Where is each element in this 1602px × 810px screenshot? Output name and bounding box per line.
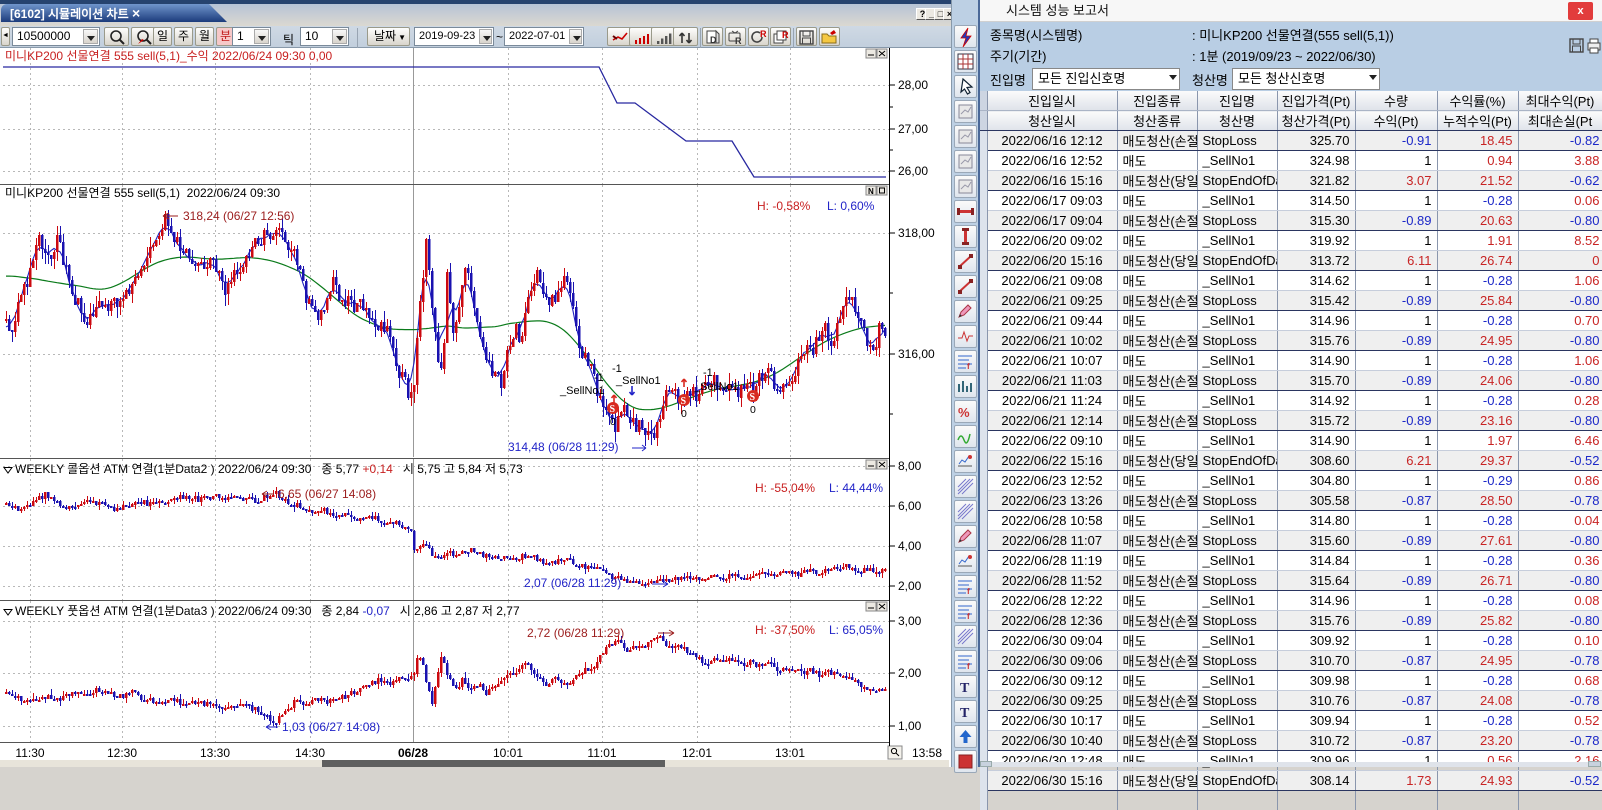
svg-text:S: S — [681, 396, 687, 407]
svg-text:8,00: 8,00 — [898, 459, 922, 473]
svg-text:318,00: 318,00 — [898, 226, 935, 240]
svg-text:_SellNo1: _SellNo1 — [615, 375, 661, 387]
svg-text:2,00: 2,00 — [898, 579, 922, 593]
svg-text:1,00: 1,00 — [898, 719, 922, 733]
svg-text:2,00: 2,00 — [898, 666, 922, 680]
svg-text:4,00: 4,00 — [898, 539, 922, 553]
svg-text:6,00: 6,00 — [898, 499, 922, 513]
svg-text:3,00: 3,00 — [898, 614, 922, 628]
svg-text:316,00: 316,00 — [898, 347, 935, 361]
svg-text:f: f — [967, 362, 970, 371]
svg-text:10:01: 10:01 — [493, 746, 523, 760]
svg-text:H: -37,50%: H: -37,50% — [755, 623, 815, 637]
svg-text:S: S — [610, 404, 616, 415]
svg-text:D: D — [710, 35, 717, 45]
svg-text:1,03 (06/27 14:08): 1,03 (06/27 14:08) — [282, 720, 380, 734]
svg-text:27,00: 27,00 — [898, 122, 928, 136]
svg-text:2,07 (06/28 11:29): 2,07 (06/28 11:29) — [524, 576, 621, 590]
svg-text:318,24 (06/27 12:56): 318,24 (06/27 12:56) — [183, 209, 294, 223]
svg-text:0: 0 — [681, 408, 687, 420]
svg-text:미니KP200 선물연결 555 sell(5,1) 20: 미니KP200 선물연결 555 sell(5,1) 2022/06/24 09… — [5, 186, 280, 200]
svg-text:-1: -1 — [703, 367, 713, 379]
svg-text:_SellNo1: _SellNo1 — [693, 381, 739, 393]
svg-text:2,72 (06/28 11:29): 2,72 (06/28 11:29) — [527, 626, 624, 640]
svg-text:13:58: 13:58 — [912, 746, 942, 760]
svg-text:26,00: 26,00 — [898, 164, 928, 178]
svg-text:H: -0,58%: H: -0,58% — [757, 199, 811, 213]
svg-text:13:01: 13:01 — [775, 746, 805, 760]
svg-text:R: R — [735, 36, 742, 46]
svg-text:%: % — [958, 405, 970, 420]
svg-text:T: T — [960, 681, 970, 696]
svg-text:28,00: 28,00 — [898, 78, 928, 92]
svg-text:12:01: 12:01 — [682, 746, 712, 760]
svg-text:S: S — [750, 392, 756, 403]
svg-text:R: R — [760, 29, 767, 39]
svg-text:_SellNo1: _SellNo1 — [559, 385, 605, 397]
svg-text:L: 0,60%: L: 0,60% — [827, 199, 875, 213]
svg-text:12:30: 12:30 — [107, 746, 137, 760]
svg-text:13:30: 13:30 — [200, 746, 230, 760]
svg-text:0: 0 — [610, 416, 616, 428]
svg-text:06/28: 06/28 — [398, 746, 428, 760]
svg-text:T: T — [960, 706, 970, 721]
svg-text:f: f — [967, 612, 970, 621]
svg-text:R: R — [782, 30, 789, 40]
svg-text:314,48 (06/28 11:29): 314,48 (06/28 11:29) — [508, 440, 619, 454]
svg-text:0: 0 — [750, 404, 756, 416]
svg-text:6,65 (06/27 14:08): 6,65 (06/27 14:08) — [278, 487, 376, 501]
svg-text:f: f — [967, 662, 970, 671]
svg-text:L: 65,05%: L: 65,05% — [829, 623, 883, 637]
svg-text:미니KP200 선물연결 555 sell(5,1)_수익: 미니KP200 선물연결 555 sell(5,1)_수익 2022/06/24… — [5, 49, 332, 63]
svg-text:11:01: 11:01 — [587, 746, 616, 760]
svg-text:WEEKLY 풋옵션 ATM 연결(1분Data3 ) 20: WEEKLY 풋옵션 ATM 연결(1분Data3 ) 2022/06/24 0… — [15, 604, 520, 618]
svg-text:f: f — [967, 587, 970, 596]
svg-text:11:30: 11:30 — [15, 746, 44, 760]
svg-text:-1: -1 — [612, 363, 622, 375]
svg-text:H: -55,04%: H: -55,04% — [755, 481, 815, 495]
svg-text:WEEKLY 콜옵션 ATM 연결(1분Data2 ) 20: WEEKLY 콜옵션 ATM 연결(1분Data2 ) 2022/06/24 0… — [15, 462, 523, 476]
svg-text:N: N — [868, 187, 874, 196]
svg-text:14:30: 14:30 — [295, 746, 325, 760]
svg-text:-1: -1 — [594, 372, 604, 384]
svg-text:L: 44,44%: L: 44,44% — [829, 481, 883, 495]
